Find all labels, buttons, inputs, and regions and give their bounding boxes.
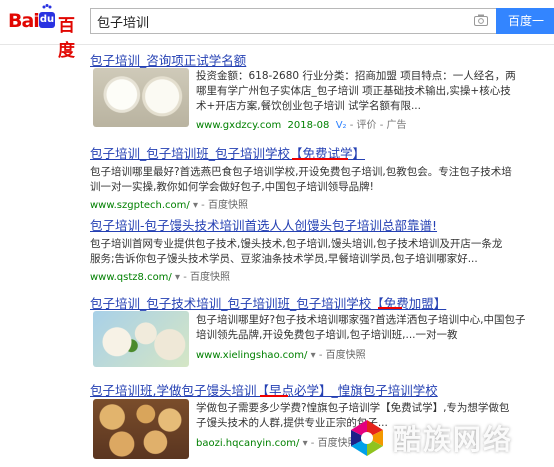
result-date: 2018-08	[287, 120, 330, 131]
result-title[interactable]: 包子培训_包子技术培训_包子培训班_包子培训学校【免费加盟】	[90, 293, 530, 312]
logo-text-du: du	[39, 12, 55, 28]
search-result: 包子培训-包子馒头技术培训首选人人创馒头包子培训总部靠谱! 包子培训首网专业提供…	[90, 215, 530, 283]
result-abstract: 投资金额：618-2680 行业分类：招商加盟 项目特点：一人经名，两 哪里有学…	[196, 69, 516, 114]
result-title[interactable]: 包子培训-包子馒头技术培训首选人人创馒头包子培训总部靠谱!	[90, 215, 530, 234]
abstract-line: 投资金额：618-2680 行业分类：招商加盟 项目特点：一人经名，两	[196, 70, 516, 82]
abstract-line: 训一对一实操,教你如何学会做好包子,中国包子培训领导品牌!	[90, 181, 374, 193]
red-underline-mark	[292, 158, 348, 160]
camera-icon[interactable]	[474, 14, 488, 26]
search-result: 包子培训_包子培训班_包子培训学校【免费试学】 包子培训哪里最好?首选燕巴食包子…	[90, 143, 530, 211]
abstract-line: 服务;告诉你包子馒头技术学员、豆浆油条技术学员,早餐培训学员,包子培训哪家好..…	[90, 253, 478, 265]
dropdown-arrow-icon[interactable]: ▾	[193, 200, 198, 211]
red-underline-mark	[260, 395, 288, 397]
result-abstract: 包子培训哪里好?包子技术培训哪家强?首选洋洒包子培训中心,中国包子 培训领先品牌…	[196, 313, 526, 343]
colorwheel-logo-icon	[351, 420, 383, 456]
result-title[interactable]: 包子培训_咨询项正试学名额	[90, 50, 530, 69]
dropdown-arrow-icon[interactable]: ▾	[311, 350, 316, 361]
search-button[interactable]: 百度一	[496, 8, 554, 34]
snapshot-link[interactable]: 百度快照	[190, 272, 230, 283]
search-input[interactable]	[97, 12, 467, 30]
result-url[interactable]: www.qstz8.com/	[90, 272, 172, 283]
result-url[interactable]: www.gxdzcy.com	[196, 120, 281, 131]
abstract-line: 包子培训哪里最好?首选燕巴食包子培训学校,开设免费包子培训,包教包会。专注包子技…	[90, 166, 512, 178]
rating-link[interactable]: 评价	[357, 120, 377, 131]
abstract-line: 术+开店方案,餐饮创业包子培训 试学名额有限...	[196, 100, 421, 112]
logo-text-bai: Bai	[8, 10, 40, 32]
snapshot-link[interactable]: 百度快照	[208, 200, 248, 211]
snapshot-link[interactable]: 百度快照	[326, 350, 366, 361]
watermark-url: WWW.COOLZU.COM	[405, 453, 500, 462]
search-result: 包子培训_包子技术培训_包子培训班_包子培训学校【免费加盟】	[90, 293, 530, 312]
red-underline-mark	[378, 307, 402, 309]
result-url-line: www.gxdzcy.com 2018-08 V₂ - 评价 - 广告	[196, 120, 407, 131]
search-box	[90, 8, 496, 34]
result-url-line: www.qstz8.com/ ▾ - 百度快照	[90, 272, 230, 283]
result-url[interactable]: www.xielingshao.com/	[196, 350, 307, 361]
result-url[interactable]: baozi.hqcanyin.com/	[196, 438, 299, 449]
result-url-line: www.xielingshao.com/ ▾ - 百度快照	[196, 350, 366, 361]
result-url-line: www.szgptech.com/ ▾ - 百度快照	[90, 200, 248, 211]
result-url[interactable]: www.szgptech.com/	[90, 200, 190, 211]
watermark: 酷族网络 WWW.COOLZU.COM	[345, 408, 554, 467]
dropdown-arrow-icon[interactable]: ▾	[175, 272, 180, 283]
abstract-line: 哪里有学广州包子实体店_包子培训 项正基础技术输出,实操+核心技	[196, 85, 511, 97]
dropdown-arrow-icon[interactable]: ▾	[303, 438, 308, 449]
paw-icon	[42, 4, 52, 9]
result-abstract: 包子培训首网专业提供包子技术,馒头技术,包子培训,馒头培训,包子技术培训及开店一…	[90, 237, 530, 267]
result-abstract: 包子培训哪里最好?首选燕巴食包子培训学校,开设免费包子培训,包教包会。专注包子技…	[90, 165, 530, 195]
abstract-line: 培训领先品牌,开设免费包子培训,包子培训班,...一对一教	[196, 329, 458, 341]
search-result: 包子培训班,学做包子馒头培训【早点必学】_惶旗包子培训学校	[90, 380, 530, 399]
logo-text-baidu: 百度	[58, 16, 75, 61]
top-bar: Bai du 百度 百度一	[0, 0, 554, 61]
ad-label: 广告	[386, 120, 407, 131]
abstract-line: 包子培训首网专业提供包子技术,馒头技术,包子培训,馒头培训,包子技术培训及开店一…	[90, 238, 503, 250]
result-thumbnail[interactable]	[93, 399, 189, 459]
watermark-text: 酷族网络	[393, 423, 514, 456]
result-url-line: baozi.hqcanyin.com/ ▾ - 百度快照	[196, 438, 358, 449]
result-thumbnail[interactable]	[93, 311, 189, 367]
result-title[interactable]: 包子培训班,学做包子馒头培训【早点必学】_惶旗包子培训学校	[90, 380, 530, 399]
verified-badge[interactable]: V₂	[336, 120, 347, 131]
search-result: 包子培训_咨询项正试学名额	[90, 50, 530, 69]
baidu-logo[interactable]: Bai du 百度	[8, 4, 88, 61]
result-thumbnail[interactable]	[93, 68, 189, 127]
abstract-line: 包子培训哪里好?包子技术培训哪家强?首选洋洒包子培训中心,中国包子	[196, 314, 526, 326]
